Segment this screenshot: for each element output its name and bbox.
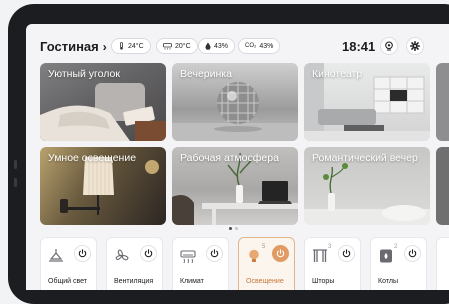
curtains-icon <box>313 249 327 262</box>
device-name: Климат <box>180 278 204 285</box>
device-count: 2 <box>394 244 398 250</box>
page-dot[interactable] <box>235 227 238 230</box>
chevron-right-icon: › <box>102 39 107 54</box>
humidity-value: 43% <box>214 42 229 50</box>
clock: 18:41 <box>342 39 376 54</box>
device-name: Освещение <box>246 278 284 285</box>
device-card-next[interactable] <box>436 237 449 290</box>
app-screen: Гостиная › 24°C 20°C 43% CO₂ 43% 18:41 У… <box>26 24 449 290</box>
ac-temperature-value: 20°C <box>175 42 191 50</box>
thermometer-icon <box>120 42 123 50</box>
device-card-lighting[interactable]: 5 Освещение <box>238 237 295 290</box>
temperature-chip: 24°C <box>111 38 151 54</box>
device-count: 5 <box>262 244 266 250</box>
gear-icon <box>410 41 420 51</box>
ceiling-lamp-icon <box>49 249 63 262</box>
device-count: 3 <box>328 244 332 250</box>
bulb-icon <box>249 249 259 262</box>
top-bar: Гостиная › 24°C 20°C 43% CO₂ 43% 18:41 <box>26 36 449 58</box>
air-conditioner-icon <box>180 250 196 264</box>
room-name: Гостиная <box>40 39 99 54</box>
power-icon <box>78 249 87 258</box>
droplet-icon <box>205 42 211 50</box>
scene-label: Романтический вечер <box>312 152 418 164</box>
boiler-icon <box>380 249 392 263</box>
device-name: Вентиляция <box>114 278 154 285</box>
power-button[interactable] <box>140 245 157 262</box>
device-card-main-light[interactable]: Общий свет <box>40 237 97 290</box>
power-icon <box>144 249 153 258</box>
power-icon <box>342 249 351 258</box>
scene-label: Рабочая атмосфера <box>180 152 279 164</box>
fan-icon <box>115 249 129 261</box>
room-selector[interactable]: Гостиная › <box>40 39 107 54</box>
device-card-boilers[interactable]: 2 Котлы <box>370 237 427 290</box>
power-button[interactable] <box>338 245 355 262</box>
side-button <box>14 178 17 187</box>
scene-card-cinema[interactable]: Кинотеатр <box>304 63 430 141</box>
device-card-climate[interactable]: Климат <box>172 237 229 290</box>
power-icon <box>210 249 219 258</box>
carousel-pagination[interactable] <box>229 227 238 230</box>
scene-card-next[interactable] <box>436 63 449 141</box>
power-button[interactable] <box>206 245 223 262</box>
camera-button[interactable] <box>380 37 398 55</box>
humidity-chip: 43% <box>198 38 236 54</box>
device-card-curtains[interactable]: 3 Шторы <box>304 237 361 290</box>
settings-button[interactable] <box>406 37 424 55</box>
power-button[interactable] <box>272 245 289 262</box>
co2-chip: CO₂ 43% <box>238 38 281 54</box>
scene-card-next[interactable] <box>436 147 449 225</box>
temperature-value: 24°C <box>128 42 144 50</box>
co2-icon: CO₂ <box>245 43 257 49</box>
scene-card-party[interactable]: Вечеринка <box>172 63 298 141</box>
power-icon <box>276 249 285 258</box>
device-name: Котлы <box>378 278 398 285</box>
device-name: Общий свет <box>48 278 87 285</box>
power-button[interactable] <box>404 245 421 262</box>
scene-label: Вечеринка <box>180 68 232 80</box>
scene-card-work-atmosphere[interactable]: Рабочая атмосфера <box>172 147 298 225</box>
device-card-ventilation[interactable]: Вентиляция <box>106 237 163 290</box>
scene-label: Кинотеатр <box>312 68 363 80</box>
scene-label: Умное освещение <box>48 152 137 164</box>
ac-icon <box>163 42 172 49</box>
power-icon <box>408 249 417 258</box>
page-dot-active[interactable] <box>229 227 232 230</box>
co2-value: 43% <box>259 42 274 50</box>
scene-card-cozy-corner[interactable]: Уютный уголок <box>40 63 166 141</box>
ac-temperature-chip: 20°C <box>156 38 198 54</box>
scene-card-smart-lighting[interactable]: Умное освещение <box>40 147 166 225</box>
scene-label: Уютный уголок <box>48 68 120 80</box>
device-name: Шторы <box>312 278 335 285</box>
side-button <box>14 160 17 169</box>
power-button[interactable] <box>74 245 91 262</box>
camera-icon <box>385 41 393 51</box>
scene-card-romantic-evening[interactable]: Романтический вечер <box>304 147 430 225</box>
